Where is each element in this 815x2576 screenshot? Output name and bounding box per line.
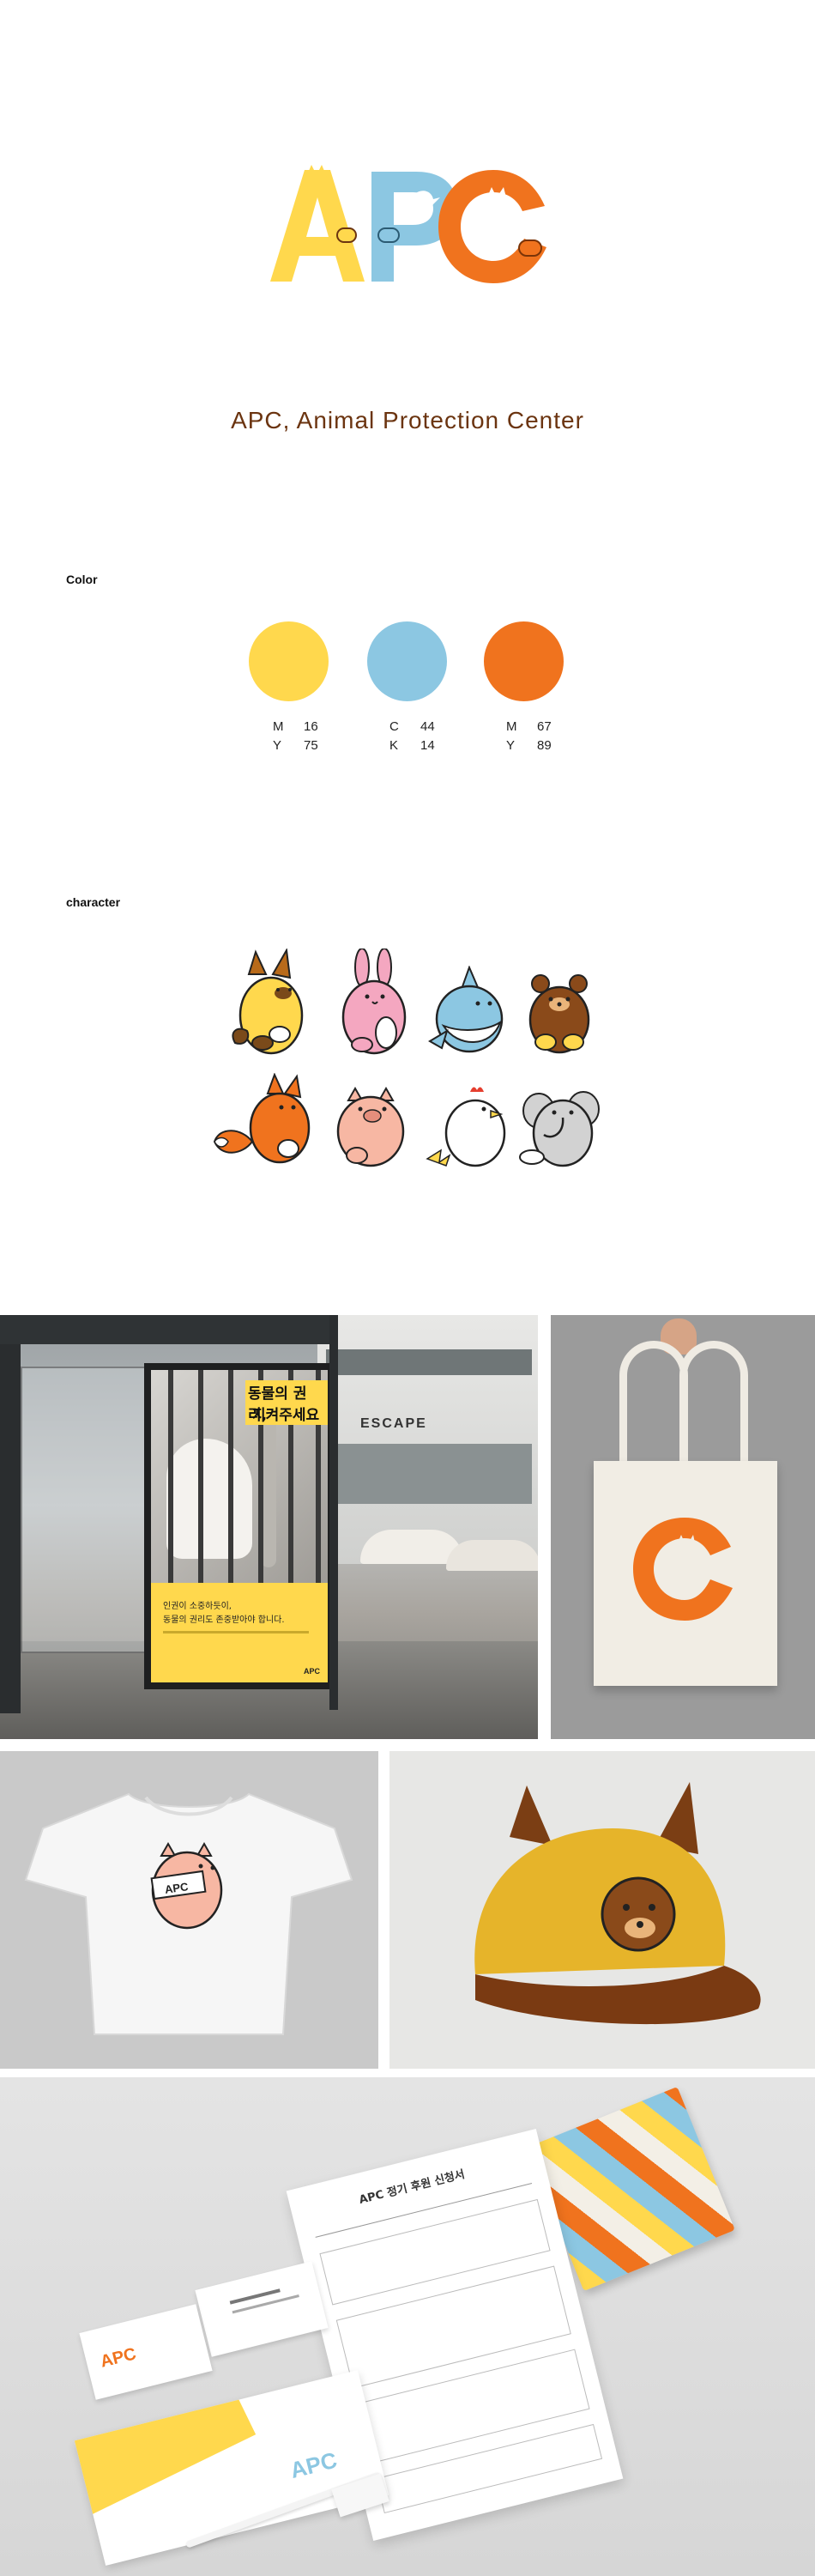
svg-text:C: C [628,1512,629,1513]
store-sign: ESCAPE [360,1416,427,1431]
logo-letter-a [270,170,365,282]
cap-shape [474,1782,761,2025]
business-card-front: APC [79,2304,213,2400]
envelope: APC [74,2370,389,2566]
character-chicken-white [426,1087,506,1167]
card-logo: APC [98,2344,139,2372]
poster-frame: 동물의 권리, 지켜주세요 인권이 소중하듯이, 동물의 권리도 존중받아야 합… [144,1363,335,1689]
color-section-label: Color [66,573,98,586]
character-fox-yellow [232,949,304,1055]
character-pig-pink [336,1086,405,1167]
character-rabbit-pink [341,949,407,1055]
mockup-stationery: APC 정기 후원 신청서 APC APC [0,2077,815,2576]
swatch-yellow-values: M 16 Y 75 [273,719,318,753]
character-section-label: character [66,895,121,909]
character-shark-blue [428,966,504,1053]
mockup-cap [389,1751,815,2069]
mockup-tshirt: APC [0,1751,378,2069]
swatch-yellow [249,621,329,701]
swatch-blue-values: C 44 K 14 [389,719,435,753]
mockup-tote-bag: C [551,1315,815,1739]
character-bear-brown [528,974,590,1054]
poster-body-1: 인권이 소중하듯이, [163,1602,232,1611]
swatch-blue [367,621,447,701]
poster-logo: APC [304,1667,321,1676]
swatch-orange [484,621,564,701]
envelope-logo: APC [287,2446,340,2483]
poster-info-band: 인권이 소중하듯이, 동물의 권리도 존중받아야 합니다. APC [151,1583,328,1682]
character-elephant-gray [519,1091,600,1167]
form-title: APC 정기 후원 신청서 [358,2167,467,2208]
business-card-back [195,2261,329,2357]
mockup-bus-stop-poster: ESCAPE 동물의 권리, 지켜주세요 인권이 소중하듯이, 동물의 권리도 … [0,1315,538,1739]
brand-tagline: APC, Animal Protection Center [231,407,584,433]
swatch-orange-values: M 67 Y 89 [506,719,552,753]
poster-body-2: 동물의 권리도 존중받아야 합니다. [163,1615,285,1625]
apc-logo [270,165,546,283]
tote-c-logo: C [628,1512,733,1621]
poster-photo: 동물의 권리, 지켜주세요 [151,1370,328,1583]
logo-letter-c [438,170,546,283]
character-fox-orange [213,1073,311,1164]
poster-headline-2: 지켜주세요 [252,1407,320,1424]
